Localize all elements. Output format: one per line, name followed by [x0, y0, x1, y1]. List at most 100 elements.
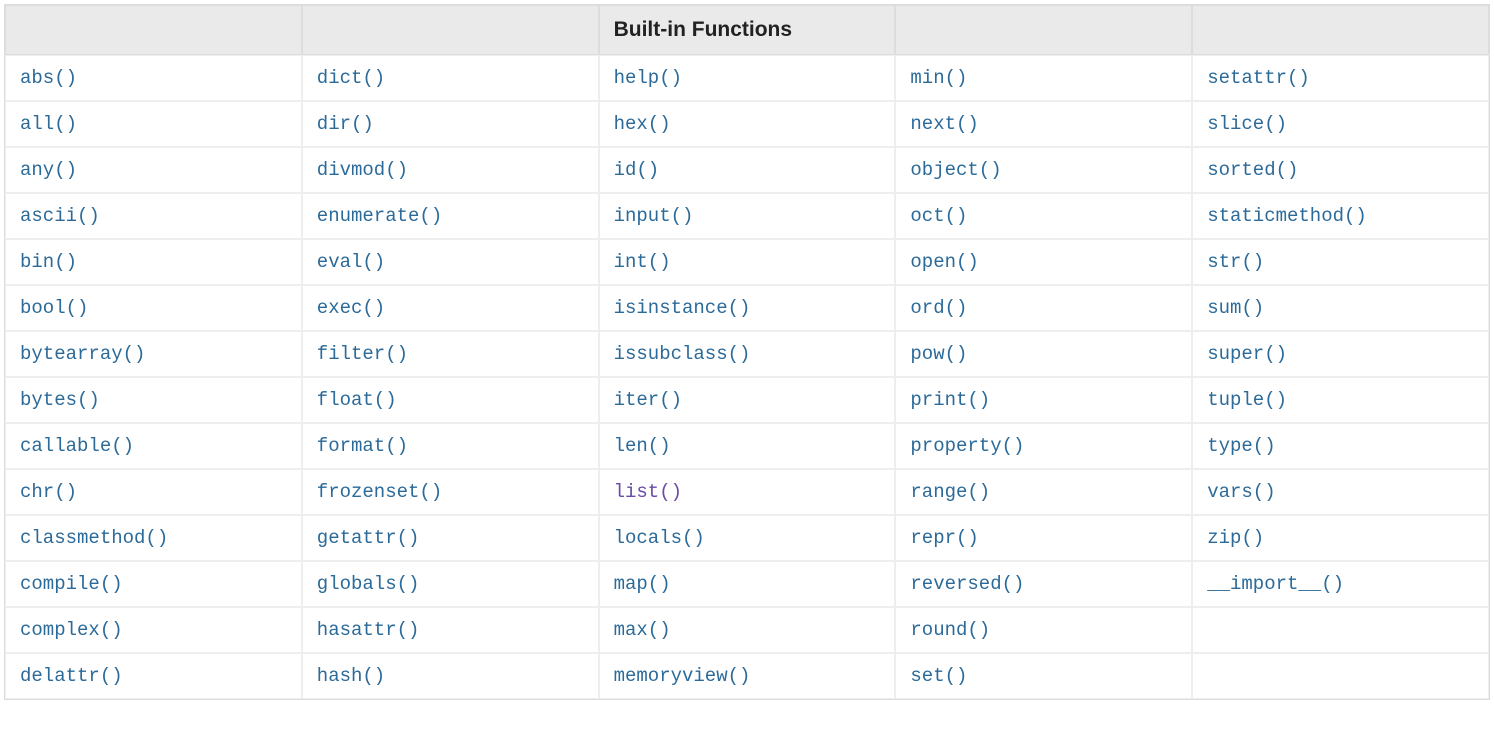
function-link[interactable]: help(): [614, 67, 682, 89]
table-cell: chr(): [5, 469, 302, 515]
table-cell: round(): [895, 607, 1192, 653]
function-link[interactable]: set(): [910, 665, 967, 687]
table-cell: isinstance(): [599, 285, 896, 331]
function-link[interactable]: float(): [317, 389, 397, 411]
table-cell: abs(): [5, 55, 302, 101]
builtin-functions-table: Built-in Functions abs() dict() help() min(…: [4, 4, 1490, 700]
function-link[interactable]: complex(): [20, 619, 123, 641]
table-cell: min(): [895, 55, 1192, 101]
table-cell: globals(): [302, 561, 599, 607]
function-link[interactable]: str(): [1207, 251, 1264, 273]
function-link[interactable]: range(): [910, 481, 990, 503]
function-link[interactable]: memoryview(): [614, 665, 751, 687]
table-cell: zip(): [1192, 515, 1489, 561]
table-cell: len(): [599, 423, 896, 469]
function-link[interactable]: abs(): [20, 67, 77, 89]
function-link[interactable]: max(): [614, 619, 671, 641]
table-header-row: Built-in Functions: [5, 5, 1489, 55]
table-cell: id(): [599, 147, 896, 193]
table-cell: slice(): [1192, 101, 1489, 147]
function-link[interactable]: hash(): [317, 665, 385, 687]
function-link[interactable]: hex(): [614, 113, 671, 135]
table-row: bin() eval() int() open() str(): [5, 239, 1489, 285]
table-cell: help(): [599, 55, 896, 101]
function-link[interactable]: reversed(): [910, 573, 1024, 595]
function-link[interactable]: min(): [910, 67, 967, 89]
table-cell: dir(): [302, 101, 599, 147]
function-link[interactable]: ascii(): [20, 205, 100, 227]
function-link[interactable]: bytearray(): [20, 343, 145, 365]
table-cell: list(): [599, 469, 896, 515]
function-link[interactable]: callable(): [20, 435, 134, 457]
function-link[interactable]: filter(): [317, 343, 408, 365]
function-link[interactable]: format(): [317, 435, 408, 457]
function-link[interactable]: round(): [910, 619, 990, 641]
function-link[interactable]: input(): [614, 205, 694, 227]
function-link[interactable]: bin(): [20, 251, 77, 273]
function-link[interactable]: object(): [910, 159, 1001, 181]
function-link[interactable]: pow(): [910, 343, 967, 365]
function-link[interactable]: all(): [20, 113, 77, 135]
function-link[interactable]: bool(): [20, 297, 88, 319]
function-link[interactable]: tuple(): [1207, 389, 1287, 411]
function-link[interactable]: iter(): [614, 389, 682, 411]
function-link[interactable]: setattr(): [1207, 67, 1310, 89]
function-link[interactable]: staticmethod(): [1207, 205, 1367, 227]
function-link[interactable]: dict(): [317, 67, 385, 89]
function-link[interactable]: any(): [20, 159, 77, 181]
function-link[interactable]: super(): [1207, 343, 1287, 365]
function-link[interactable]: exec(): [317, 297, 385, 319]
table-cell: str(): [1192, 239, 1489, 285]
function-link[interactable]: eval(): [317, 251, 385, 273]
function-link[interactable]: classmethod(): [20, 527, 168, 549]
function-link[interactable]: oct(): [910, 205, 967, 227]
function-link[interactable]: sorted(): [1207, 159, 1298, 181]
function-link[interactable]: int(): [614, 251, 671, 273]
function-link[interactable]: list(): [614, 481, 682, 503]
function-link[interactable]: divmod(): [317, 159, 408, 181]
function-link[interactable]: len(): [614, 435, 671, 457]
function-link[interactable]: zip(): [1207, 527, 1264, 549]
function-link[interactable]: delattr(): [20, 665, 123, 687]
function-link[interactable]: compile(): [20, 573, 123, 595]
function-link[interactable]: repr(): [910, 527, 978, 549]
table-cell: property(): [895, 423, 1192, 469]
table-cell: pow(): [895, 331, 1192, 377]
function-link[interactable]: bytes(): [20, 389, 100, 411]
table-cell: bytes(): [5, 377, 302, 423]
table-cell: delattr(): [5, 653, 302, 699]
function-link[interactable]: vars(): [1207, 481, 1275, 503]
function-link[interactable]: id(): [614, 159, 660, 181]
function-link[interactable]: property(): [910, 435, 1024, 457]
function-link[interactable]: locals(): [614, 527, 705, 549]
table-cell: bool(): [5, 285, 302, 331]
function-link[interactable]: map(): [614, 573, 671, 595]
table-row: callable() format() len() property() type(): [5, 423, 1489, 469]
function-link[interactable]: type(): [1207, 435, 1275, 457]
function-link[interactable]: slice(): [1207, 113, 1287, 135]
function-link[interactable]: enumerate(): [317, 205, 442, 227]
table-cell: all(): [5, 101, 302, 147]
function-link[interactable]: ord(): [910, 297, 967, 319]
function-link[interactable]: print(): [910, 389, 990, 411]
table-cell: ascii(): [5, 193, 302, 239]
table-row: abs() dict() help() min() setattr(): [5, 55, 1489, 101]
table-cell: iter(): [599, 377, 896, 423]
function-link[interactable]: isinstance(): [614, 297, 751, 319]
function-link[interactable]: frozenset(): [317, 481, 442, 503]
function-link[interactable]: sum(): [1207, 297, 1264, 319]
function-link[interactable]: __import__(): [1207, 573, 1344, 595]
table-cell: [1192, 653, 1489, 699]
function-link[interactable]: next(): [910, 113, 978, 135]
table-cell: object(): [895, 147, 1192, 193]
function-link[interactable]: dir(): [317, 113, 374, 135]
function-link[interactable]: open(): [910, 251, 978, 273]
table-cell: float(): [302, 377, 599, 423]
function-link[interactable]: issubclass(): [614, 343, 751, 365]
table-cell: exec(): [302, 285, 599, 331]
function-link[interactable]: chr(): [20, 481, 77, 503]
table-cell: any(): [5, 147, 302, 193]
function-link[interactable]: hasattr(): [317, 619, 420, 641]
function-link[interactable]: getattr(): [317, 527, 420, 549]
function-link[interactable]: globals(): [317, 573, 420, 595]
